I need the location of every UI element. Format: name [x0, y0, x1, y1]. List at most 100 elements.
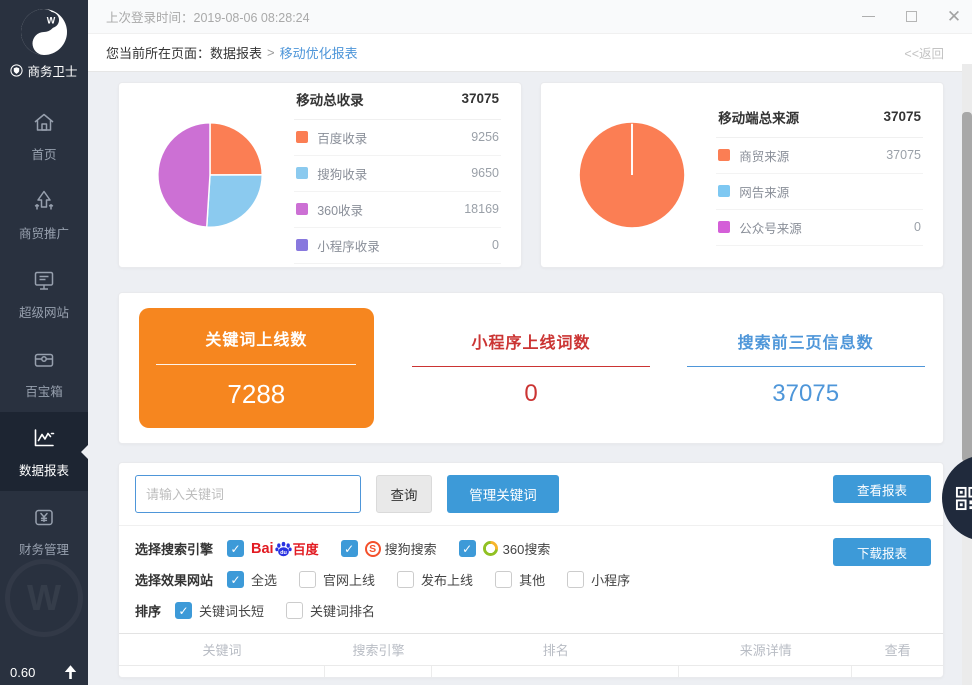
- breadcrumb-current-link[interactable]: 移动优化报表: [280, 43, 358, 62]
- legend-swatch: [718, 185, 730, 197]
- column-header-engine: 搜索引擎: [325, 640, 432, 659]
- stat-value: 37075: [772, 380, 839, 408]
- scrollbar-thumb[interactable]: [962, 112, 972, 462]
- checkbox[interactable]: [567, 571, 584, 588]
- legend-item: 商贸来源 37075: [716, 138, 923, 174]
- site-option-other[interactable]: 其他: [495, 570, 545, 589]
- legend-label: 360收录: [317, 200, 363, 219]
- column-header-source: 来源详情: [679, 640, 852, 659]
- sidebar: W 商务卫士 首页 商贸推广 超级网站: [0, 0, 88, 685]
- legend-swatch: [718, 221, 730, 233]
- baidu-logo: Bai du 百度: [251, 539, 319, 558]
- checkbox[interactable]: [175, 602, 192, 619]
- upload-arrow-icon[interactable]: [63, 664, 78, 680]
- engine-option-sogou[interactable]: S 搜狗搜索: [341, 539, 437, 558]
- query-button[interactable]: 查询: [376, 475, 432, 513]
- stat-top3-info[interactable]: 搜索前三页信息数 37075: [668, 293, 943, 443]
- brand-name: 商务卫士: [10, 61, 77, 80]
- window-titlebar: 上次登录时间：2019-08-06 08:28:24 ✕: [88, 0, 972, 34]
- legend-value: 37075: [886, 148, 921, 162]
- sidebar-item-reports[interactable]: 数据报表: [0, 412, 88, 491]
- svg-text:du: du: [280, 550, 287, 556]
- sidebar-item-home[interactable]: 首页: [0, 96, 88, 175]
- sidebar-item-label: 商贸推广: [19, 223, 69, 242]
- table-row: [119, 666, 943, 678]
- brand-label: 商务卫士: [27, 61, 77, 80]
- legend-swatch: [718, 149, 730, 161]
- sidebar-item-website[interactable]: 超级网站: [0, 254, 88, 333]
- breadcrumb-section: 数据报表: [210, 43, 262, 62]
- filter-label: 选择效果网站: [135, 570, 213, 589]
- legend-swatch: [296, 167, 308, 179]
- stat-active-tile[interactable]: 关键词上线数 7288: [139, 308, 374, 428]
- legend-label: 搜狗收录: [317, 164, 367, 183]
- legend-label: 商贸来源: [739, 146, 789, 165]
- checkbox[interactable]: [341, 540, 358, 557]
- checkbox[interactable]: [397, 571, 414, 588]
- stat-divider: [156, 364, 356, 365]
- legend-total-value: 37075: [883, 109, 921, 124]
- sort-option-length[interactable]: 关键词长短: [175, 601, 264, 620]
- manage-keywords-button[interactable]: 管理关键词: [447, 475, 559, 513]
- report-chart-icon: [30, 424, 58, 452]
- close-icon[interactable]: ✕: [946, 9, 962, 25]
- checkbox[interactable]: [459, 540, 476, 557]
- site-option-publish[interactable]: 发布上线: [397, 570, 473, 589]
- home-icon: [30, 108, 58, 136]
- legend-value: 9256: [471, 130, 499, 144]
- legend-label: 网告来源: [739, 182, 789, 201]
- sort-option-rank[interactable]: 关键词排名: [286, 601, 375, 620]
- pie-chart-indexed: [152, 117, 268, 233]
- qr-code-icon: [955, 486, 972, 511]
- legend-label: 小程序收录: [317, 236, 380, 255]
- legend-item: 360收录 18169: [294, 192, 501, 228]
- scrollbar-track: [962, 64, 972, 685]
- sogou-logo: S 搜狗搜索: [365, 539, 437, 558]
- stat-divider: [687, 366, 925, 367]
- view-report-button[interactable]: 查看报表: [833, 475, 931, 503]
- engine-option-baidu[interactable]: Bai du 百度: [227, 539, 319, 558]
- version-label: 0.60: [10, 665, 35, 680]
- filter-label: 排序: [135, 601, 161, 620]
- stat-value: 0: [524, 380, 537, 408]
- checkbox[interactable]: [227, 571, 244, 588]
- checkbox[interactable]: [227, 540, 244, 557]
- site-option-miniprogram[interactable]: 小程序: [567, 570, 630, 589]
- minimize-icon[interactable]: [860, 9, 876, 25]
- legend-total-value: 37075: [461, 91, 499, 106]
- legend-title: 移动总收录: [296, 89, 364, 109]
- legend-value: 0: [914, 220, 921, 234]
- sidebar-item-label: 财务管理: [19, 539, 69, 558]
- menu-icon[interactable]: [818, 9, 833, 25]
- keyword-search-input[interactable]: [135, 475, 361, 513]
- site-option-all[interactable]: 全选: [227, 570, 277, 589]
- watermark-logo: W: [5, 559, 83, 637]
- stat-miniprogram-words[interactable]: 小程序上线词数 0: [394, 293, 669, 443]
- sidebar-item-promotion[interactable]: 商贸推广: [0, 175, 88, 254]
- sidebar-item-toolbox[interactable]: 百宝箱: [0, 333, 88, 412]
- sidebar-item-label: 超级网站: [19, 302, 69, 321]
- sogou-s-icon: S: [365, 541, 381, 557]
- maximize-icon[interactable]: [903, 9, 919, 25]
- column-header-view: 查看: [852, 640, 943, 659]
- svg-text:W: W: [47, 16, 56, 26]
- legend-item: 小程序收录 0: [294, 228, 501, 264]
- sidebar-item-label: 百宝箱: [25, 381, 63, 400]
- back-link[interactable]: <<返回: [904, 43, 956, 62]
- finance-yuan-icon: [30, 503, 58, 531]
- stat-label: 关键词上线数: [205, 326, 307, 350]
- promotion-arrow-icon: [30, 187, 58, 215]
- sidebar-item-label: 数据报表: [19, 460, 69, 479]
- legend-label: 公众号来源: [739, 218, 802, 237]
- engine-option-360[interactable]: 360搜索: [459, 539, 551, 558]
- site-option-official[interactable]: 官网上线: [299, 570, 375, 589]
- download-report-button[interactable]: 下载报表: [833, 538, 931, 566]
- pie-chart-sources: [574, 117, 690, 233]
- table-header: 关键词 搜索引擎 排名 来源详情 查看: [119, 633, 943, 666]
- checkbox[interactable]: [286, 602, 303, 619]
- monitor-icon: [30, 266, 58, 294]
- checkbox[interactable]: [299, 571, 316, 588]
- column-header-rank: 排名: [432, 640, 679, 659]
- stat-keywords-online[interactable]: 关键词上线数 7288: [119, 293, 394, 443]
- checkbox[interactable]: [495, 571, 512, 588]
